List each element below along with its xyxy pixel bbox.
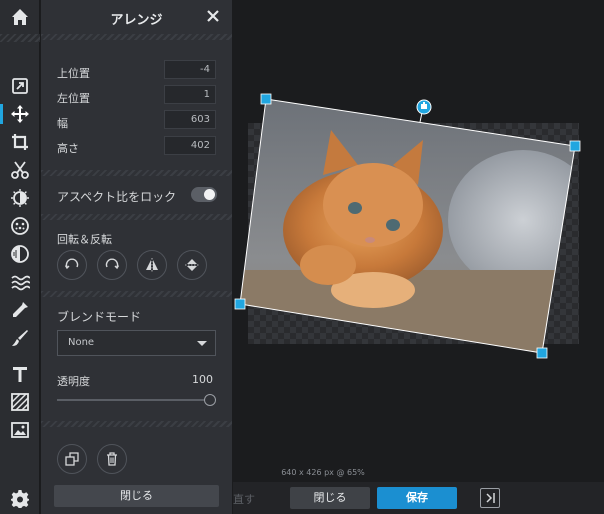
duplicate-button[interactable]: [57, 444, 87, 474]
flip-horizontal-button[interactable]: [137, 250, 167, 280]
exposure-tool[interactable]: [0, 184, 40, 212]
aspect-lock-toggle[interactable]: [191, 187, 217, 202]
toggle-knob: [204, 189, 215, 200]
section-divider: [41, 214, 232, 220]
move-tool[interactable]: [0, 100, 40, 128]
canvas-dimensions: 640 x 426 px @ 65%: [281, 468, 365, 477]
blend-mode-label: ブレンドモード: [57, 310, 142, 324]
brush-icon: [12, 330, 28, 346]
panel-header: アレンジ: [41, 0, 232, 34]
crop-tool[interactable]: [0, 128, 40, 156]
save-button[interactable]: 保存: [377, 487, 457, 509]
opacity-value: 100: [192, 373, 213, 386]
opacity-label: 透明度: [57, 375, 90, 388]
home-icon: [12, 9, 28, 25]
pattern-icon: [11, 393, 29, 411]
pattern-tool[interactable]: [0, 388, 40, 416]
blend-mode-select[interactable]: None: [57, 330, 216, 356]
rotate-right-button[interactable]: [97, 250, 127, 280]
status-bar: 640 x 426 px @ 65%: [233, 466, 604, 482]
arrange-panel: アレンジ 上位置 -4 左位置 1 幅 603 高さ 402 アスペクト比をロッ…: [41, 0, 232, 514]
gear-icon: [11, 490, 29, 508]
panel-title: アレンジ: [110, 13, 163, 28]
section-divider: [41, 170, 232, 176]
close-icon[interactable]: [205, 8, 221, 24]
move-icon: [11, 105, 29, 123]
image-icon: [11, 422, 29, 438]
width-input[interactable]: 603: [164, 110, 216, 129]
image-tool[interactable]: [0, 416, 40, 444]
duplicate-icon: [65, 452, 79, 466]
section-divider: [41, 421, 232, 427]
top-position-label: 上位置: [57, 67, 90, 80]
bottom-bar: 直す 閉じる 保存: [233, 482, 604, 514]
height-label: 高さ: [57, 142, 79, 155]
rotate-left-button[interactable]: [57, 250, 87, 280]
width-label: 幅: [57, 117, 68, 130]
left-position-label: 左位置: [57, 92, 90, 105]
rotate-right-icon: [105, 258, 120, 270]
rotate-flip-label: 回転＆反転: [57, 233, 112, 246]
settings-button[interactable]: [0, 484, 40, 514]
rail-divider: [0, 34, 40, 42]
home-button[interactable]: [0, 0, 40, 34]
close-button[interactable]: 閉じる: [290, 487, 370, 509]
vignette-icon: [11, 245, 29, 263]
tool-rail: [0, 0, 40, 514]
kitten-photo: [240, 99, 575, 353]
flip-vertical-icon: [185, 259, 199, 271]
rotate-left-icon: [64, 258, 79, 270]
filter-tool[interactable]: [0, 212, 40, 240]
opacity-slider-thumb[interactable]: [204, 394, 216, 406]
delete-button[interactable]: [97, 444, 127, 474]
flip-vertical-button[interactable]: [177, 250, 207, 280]
chevron-down-icon: [197, 341, 207, 346]
adjust-tool[interactable]: [0, 72, 40, 100]
brush-tool[interactable]: [0, 324, 40, 352]
flip-horizontal-icon: [146, 258, 158, 272]
canvas-area[interactable]: [233, 0, 604, 466]
vignette-tool[interactable]: [0, 240, 40, 268]
text-tool[interactable]: [0, 360, 40, 388]
dropper-tool[interactable]: [0, 296, 40, 324]
panel-close-button[interactable]: 閉じる: [54, 485, 219, 507]
left-position-input[interactable]: 1: [164, 85, 216, 104]
wave-tool[interactable]: [0, 268, 40, 296]
wave-icon: [11, 275, 30, 291]
trash-icon: [107, 452, 117, 466]
panel-collapse-icon: [486, 493, 495, 503]
height-input[interactable]: 402: [164, 136, 216, 155]
image-layer[interactable]: [233, 0, 604, 466]
cut-tool[interactable]: [0, 156, 40, 184]
exposure-icon: [11, 189, 29, 207]
photo-editor-app: アレンジ 上位置 -4 左位置 1 幅 603 高さ 402 アスペクト比をロッ…: [0, 0, 604, 514]
toggle-panel-button[interactable]: [480, 488, 500, 508]
filter-icon: [11, 217, 29, 235]
blend-mode-value: None: [68, 337, 95, 348]
aspect-lock-label: アスペクト比をロック: [57, 190, 177, 204]
top-position-input[interactable]: -4: [164, 60, 216, 79]
dropper-icon: [13, 302, 28, 317]
section-divider: [41, 291, 232, 297]
text-icon: [13, 367, 27, 382]
redo-button[interactable]: 直す: [233, 491, 255, 507]
header-divider: [41, 34, 232, 40]
opacity-slider-track[interactable]: [57, 399, 207, 401]
crop-icon: [12, 134, 28, 150]
adjust-icon: [12, 78, 28, 94]
cut-icon: [11, 161, 29, 179]
